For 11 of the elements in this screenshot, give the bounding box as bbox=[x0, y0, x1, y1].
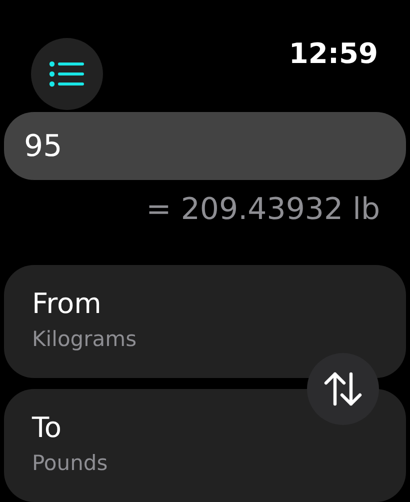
number-input-field[interactable]: 95 bbox=[4, 112, 406, 180]
unit-picker[interactable]: To Pounds bbox=[4, 389, 406, 502]
menu-icon bbox=[49, 61, 85, 87]
unit-value: Pounds bbox=[32, 450, 109, 477]
unit-value: Kilograms bbox=[32, 326, 138, 353]
unit-label: To bbox=[32, 411, 62, 445]
conversion-result: = 209.43932 lb bbox=[146, 192, 380, 228]
swap-arrows-icon bbox=[323, 371, 363, 407]
unit-label: From bbox=[32, 287, 102, 321]
clock-time: 12:59 bbox=[288, 38, 378, 70]
unit-picker[interactable]: From Kilograms bbox=[4, 265, 406, 378]
